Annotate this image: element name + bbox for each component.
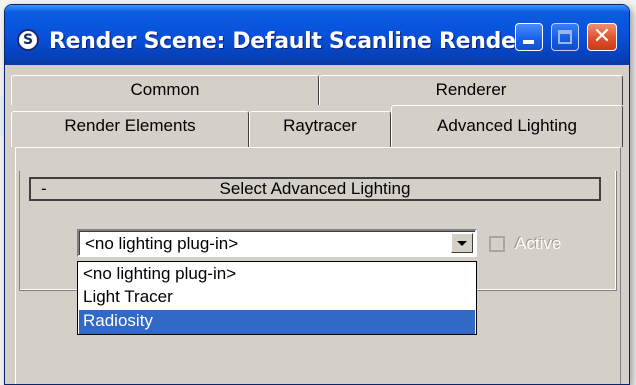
dropdown-option-radiosity[interactable]: Radiosity — [79, 310, 475, 334]
tab-advanced-lighting[interactable]: Advanced Lighting — [391, 105, 623, 147]
rollout-header[interactable]: - Select Advanced Lighting — [29, 177, 601, 201]
dropdown-option-no-plugin[interactable]: <no lighting plug-in> — [79, 263, 475, 287]
tab-label: Raytracer — [283, 116, 357, 135]
render-scene-window: S Render Scene: Default Scanline Rende..… — [4, 4, 630, 385]
tab-label: Advanced Lighting — [437, 116, 577, 135]
close-icon[interactable]: ✕ — [587, 23, 617, 51]
tab-renderer[interactable]: Renderer — [319, 75, 623, 105]
tab-common[interactable]: Common — [11, 75, 319, 105]
maximize-icon[interactable] — [551, 23, 579, 51]
tab-raytracer[interactable]: Raytracer — [249, 111, 391, 147]
active-checkbox-label: Active — [515, 234, 562, 253]
minimize-icon[interactable] — [515, 23, 543, 51]
select-value: <no lighting plug-in> — [85, 234, 239, 253]
tab-render-elements[interactable]: Render Elements — [11, 111, 249, 147]
chevron-down-icon[interactable] — [451, 233, 473, 253]
dropdown-option-light-tracer[interactable]: Light Tracer — [79, 286, 475, 310]
active-checkbox[interactable] — [489, 236, 505, 252]
tab-label: Render Elements — [64, 116, 196, 135]
window-title: Render Scene: Default Scanline Rende... — [49, 29, 540, 54]
lighting-plugin-dropdown[interactable]: <no lighting plug-in> Light Tracer Radio… — [77, 261, 477, 335]
tab-label: Renderer — [435, 80, 507, 99]
lighting-plugin-select[interactable]: <no lighting plug-in> — [77, 229, 477, 257]
rollout-title: Select Advanced Lighting — [219, 179, 411, 198]
title-bar[interactable]: S Render Scene: Default Scanline Rende..… — [5, 5, 629, 65]
app-icon[interactable]: S — [17, 29, 39, 51]
tab-label: Common — [130, 80, 200, 99]
